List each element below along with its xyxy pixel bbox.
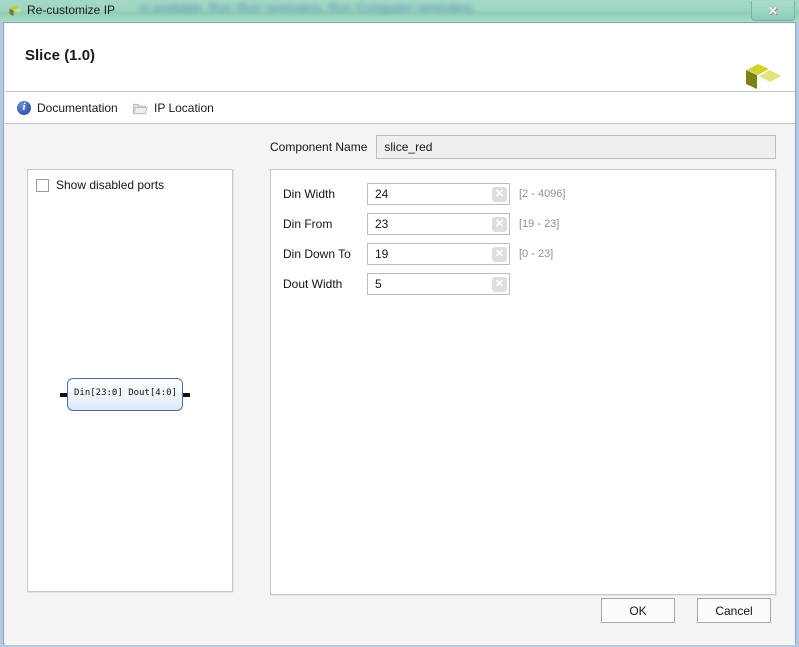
documentation-label: Documentation [37, 101, 118, 115]
ip-location-link[interactable]: IP Location [133, 98, 214, 118]
folder-icon [133, 103, 148, 114]
clear-icon[interactable]: ✕ [492, 247, 507, 262]
ip-toolbar: i Documentation IP Location [5, 92, 795, 124]
param-label: Dout Width [283, 277, 343, 291]
param-value: 19 [375, 247, 389, 261]
show-disabled-ports-label: Show disabled ports [56, 178, 165, 192]
din-width-input[interactable]: 24 ✕ [367, 183, 510, 205]
clear-icon[interactable]: ✕ [492, 277, 507, 292]
close-button[interactable]: ✕ [751, 1, 795, 21]
dialog-frame: Slice (1.0) i Documentation IP Location … [0, 22, 799, 647]
port-label-dout: Dout[4:0] [128, 388, 177, 398]
re-customize-ip-dialog: is available. Run 'Run' reminders. Run '… [0, 0, 799, 647]
dout-width-input[interactable]: 5 ✕ [367, 273, 510, 295]
ip-location-label: IP Location [154, 101, 214, 115]
desktop-background-blur-text: is available. Run 'Run' reminders. Run '… [140, 1, 476, 15]
dialog-frame-inner: Slice (1.0) i Documentation IP Location … [3, 22, 796, 645]
param-range: [0 - 23] [519, 248, 554, 260]
param-label: Din Width [283, 187, 336, 201]
param-row-din-width: Din Width 24 ✕ [2 - 4096] [283, 182, 565, 206]
param-row-din-from: Din From 23 ✕ [19 - 23] [283, 212, 559, 236]
clear-icon[interactable]: ✕ [492, 217, 507, 232]
close-icon: ✕ [767, 3, 779, 18]
ip-options-panel: Din Width 24 ✕ [2 - 4096] Din From 23 ✕ [270, 169, 776, 595]
param-label: Din From [283, 217, 333, 231]
ok-button[interactable]: OK [601, 598, 675, 623]
info-icon: i [17, 101, 31, 115]
component-name-input[interactable]: slice_red [376, 135, 776, 159]
xilinx-logo-icon [9, 5, 23, 16]
page-title: Slice (1.0) [25, 47, 96, 64]
param-row-din-down-to: Din Down To 19 ✕ [0 - 23] [283, 242, 553, 266]
param-value: 23 [375, 217, 389, 231]
param-value: 5 [375, 277, 382, 291]
port-label-din: Din[23:0] [74, 388, 123, 398]
param-row-dout-width: Dout Width 5 ✕ [283, 272, 519, 296]
ip-symbol-panel: Show disabled ports Din[23:0] Dout[4:0] [27, 169, 233, 592]
component-name-label: Component Name [270, 140, 368, 154]
clear-icon[interactable]: ✕ [492, 187, 507, 202]
xilinx-logo-icon [746, 64, 781, 89]
component-name-row: Component Name slice_red [270, 134, 776, 160]
param-label: Din Down To [283, 247, 351, 261]
din-from-input[interactable]: 23 ✕ [367, 213, 510, 235]
checkbox-box[interactable] [36, 178, 49, 192]
ip-header: Slice (1.0) [5, 24, 795, 92]
cancel-button[interactable]: Cancel [697, 598, 771, 623]
param-value: 24 [375, 187, 389, 201]
param-range: [19 - 23] [519, 218, 560, 230]
window-title: Re-customize IP [27, 3, 116, 17]
documentation-link[interactable]: i Documentation [17, 98, 118, 118]
ip-block-symbol: Din[23:0] Dout[4:0] [60, 378, 190, 411]
show-disabled-ports-checkbox[interactable]: Show disabled ports [36, 178, 164, 192]
title-bar[interactable]: is available. Run 'Run' reminders. Run '… [0, 0, 799, 22]
dialog-content: Show disabled ports Din[23:0] Dout[4:0] … [5, 124, 795, 645]
param-range: [2 - 4096] [519, 188, 566, 200]
din-down-to-input[interactable]: 19 ✕ [367, 243, 510, 265]
